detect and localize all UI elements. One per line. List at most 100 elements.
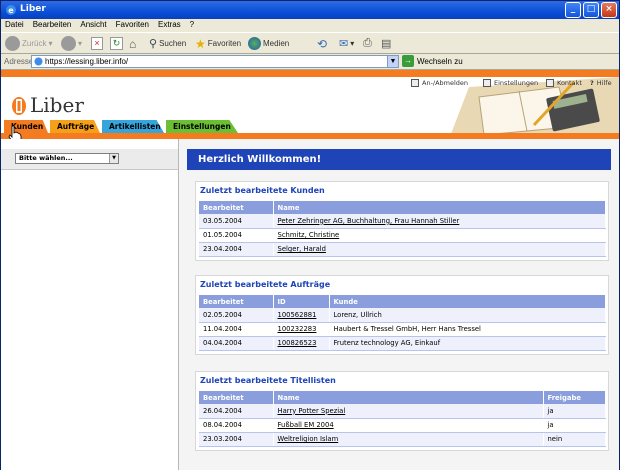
- contact-icon: [546, 79, 554, 87]
- menu-ansicht[interactable]: Ansicht: [80, 19, 106, 32]
- toolbar: Zurück ▾ ▾ × ↻ ⌂ ⚲ Suchen ★ Favoriten Me…: [1, 32, 619, 54]
- order-id-link[interactable]: 100232283: [273, 322, 330, 337]
- address-input[interactable]: https://lessing.liber.info/ ▼: [31, 55, 399, 68]
- date-cell: 11.04.2004: [199, 322, 274, 337]
- chevron-down-icon: ▾: [350, 39, 355, 48]
- history-button[interactable]: ⟲: [317, 35, 327, 52]
- address-dropdown-button[interactable]: ▼: [387, 56, 398, 67]
- minimize-button[interactable]: _: [565, 2, 581, 18]
- table-row: 03.05.2004 Peter Zehringer AG, Buchhaltu…: [199, 214, 606, 229]
- page-content: An-/Abmelden Einstellungen Kontakt ? Hil…: [1, 70, 619, 470]
- home-button[interactable]: ⌂: [129, 35, 136, 52]
- search-button[interactable]: ⚲ Suchen: [149, 35, 186, 52]
- table-row: 01.05.2004 Schmitz, Christine: [199, 228, 606, 243]
- print-button[interactable]: ⎙: [363, 35, 372, 52]
- release-cell: nein: [543, 432, 606, 447]
- welcome-banner: Herzlich Willkommen!: [187, 149, 611, 170]
- column-header: Kunde: [329, 295, 606, 308]
- refresh-button[interactable]: ↻: [110, 35, 123, 52]
- history-icon: ⟲: [317, 36, 328, 51]
- customer-cell: Haubert & Tressel GmbH, Herr Hans Tresse…: [329, 322, 606, 337]
- date-cell: 03.05.2004: [199, 214, 274, 229]
- release-cell: ja: [543, 418, 606, 433]
- date-cell: 04.04.2004: [199, 336, 274, 351]
- customer-link[interactable]: Schmitz, Christine: [273, 228, 606, 243]
- logo-text: Liber: [30, 93, 84, 117]
- table-row: 04.04.2004 100826523 Frutenz technology …: [199, 336, 606, 351]
- address-bar: Adresse https://lessing.liber.info/ ▼ → …: [1, 54, 619, 70]
- table-row: 23.04.2004 Selger, Harald: [199, 242, 606, 257]
- column-header: Freigabe: [543, 391, 606, 404]
- tab-auftraege[interactable]: Aufträge: [50, 120, 100, 133]
- address-label: Adresse: [4, 57, 34, 66]
- customer-cell: Lorenz, Ullrich: [329, 308, 606, 323]
- date-cell: 23.03.2004: [199, 432, 274, 447]
- edit-icon: ▤: [381, 38, 392, 50]
- key-icon: [411, 79, 419, 87]
- column-header: ID: [273, 295, 330, 308]
- release-cell: ja: [543, 404, 606, 419]
- menu-datei[interactable]: Datei: [5, 19, 24, 32]
- order-id-link[interactable]: 100826523: [273, 336, 330, 351]
- top-accent-bar: [1, 70, 619, 77]
- mail-button[interactable]: ✉ ▾: [339, 35, 354, 52]
- help-icon: ?: [590, 79, 594, 87]
- recent-orders-table: Bearbeitet ID Kunde 02.05.2004 100562881…: [199, 295, 606, 351]
- recent-orders-panel: Zuletzt bearbeitete Aufträge Bearbeitet …: [195, 275, 609, 355]
- help-link[interactable]: ? Hilfe: [590, 79, 612, 87]
- column-header: Bearbeitet: [199, 201, 274, 214]
- close-button[interactable]: ×: [601, 2, 617, 18]
- login-link[interactable]: An-/Abmelden: [411, 79, 468, 87]
- table-row: 08.04.2004 Fußball EM 2004 ja: [199, 418, 606, 433]
- menu-extras[interactable]: Extras: [158, 19, 181, 32]
- print-icon: ⎙: [363, 37, 372, 49]
- go-button[interactable]: → Wechseln zu: [402, 55, 463, 67]
- media-button[interactable]: Medien: [248, 35, 289, 52]
- go-arrow-icon: →: [402, 55, 414, 67]
- menu-favoriten[interactable]: Favoriten: [116, 19, 149, 32]
- column-header: Bearbeitet: [199, 391, 274, 404]
- panel-title: Zuletzt bearbeitete Titellisten: [200, 376, 336, 385]
- chevron-down-icon: ▾: [78, 39, 83, 48]
- menu-bearbeiten[interactable]: Bearbeiten: [33, 19, 72, 32]
- menu-bar: Datei Bearbeiten Ansicht Favoriten Extra…: [1, 19, 619, 32]
- back-button[interactable]: Zurück ▾: [5, 35, 52, 52]
- customer-link[interactable]: Selger, Harald: [273, 242, 606, 257]
- stop-icon: ×: [91, 37, 103, 50]
- recent-title-lists-table: Bearbeitet Name Freigabe 26.04.2004 Harr…: [199, 391, 606, 447]
- title-list-link[interactable]: Weltreligion Islam: [273, 432, 544, 447]
- date-cell: 02.05.2004: [199, 308, 274, 323]
- maximize-button[interactable]: □: [583, 2, 599, 18]
- forward-button[interactable]: ▾: [61, 35, 82, 52]
- contact-link[interactable]: Kontakt: [546, 79, 582, 87]
- star-icon: ★: [195, 36, 206, 51]
- ie-icon: e: [6, 5, 16, 15]
- order-id-link[interactable]: 100562881: [273, 308, 330, 323]
- liber-logo[interactable]: Liber: [11, 93, 84, 117]
- table-row: 26.04.2004 Harry Potter Spezial ja: [199, 404, 606, 419]
- title-list-link[interactable]: Fußball EM 2004: [273, 418, 544, 433]
- media-icon: [248, 37, 261, 50]
- recent-customers-panel: Zuletzt bearbeitete Kunden Bearbeitet Na…: [195, 181, 609, 261]
- favorites-button[interactable]: ★ Favoriten: [195, 35, 241, 52]
- mail-icon: ✉: [339, 38, 349, 50]
- menu-help[interactable]: ?: [190, 19, 194, 32]
- column-header: Name: [273, 201, 606, 214]
- table-row: 02.05.2004 100562881 Lorenz, Ullrich: [199, 308, 606, 323]
- settings-icon: [483, 79, 491, 87]
- settings-link[interactable]: Einstellungen: [483, 79, 538, 87]
- customer-link[interactable]: Peter Zehringer AG, Buchhaltung, Frau Ha…: [273, 214, 606, 229]
- tab-artikellisten[interactable]: Artikellisten: [102, 120, 164, 133]
- chevron-down-icon: ▾: [48, 39, 53, 48]
- panel-title: Zuletzt bearbeitete Kunden: [200, 186, 325, 195]
- edit-button[interactable]: ▤: [381, 35, 391, 52]
- chevron-down-icon: ▼: [109, 154, 118, 163]
- stop-button[interactable]: ×: [91, 35, 103, 52]
- column-header: Bearbeitet: [199, 295, 274, 308]
- sidebar-select[interactable]: Bitte wählen... ▼: [15, 153, 119, 164]
- tab-einstellungen[interactable]: Einstellungen: [166, 120, 238, 133]
- table-row: 23.03.2004 Weltreligion Islam nein: [199, 432, 606, 447]
- title-list-link[interactable]: Harry Potter Spezial: [273, 404, 544, 419]
- date-cell: 08.04.2004: [199, 418, 274, 433]
- title-bar: e Liber _ □ ×: [1, 1, 619, 19]
